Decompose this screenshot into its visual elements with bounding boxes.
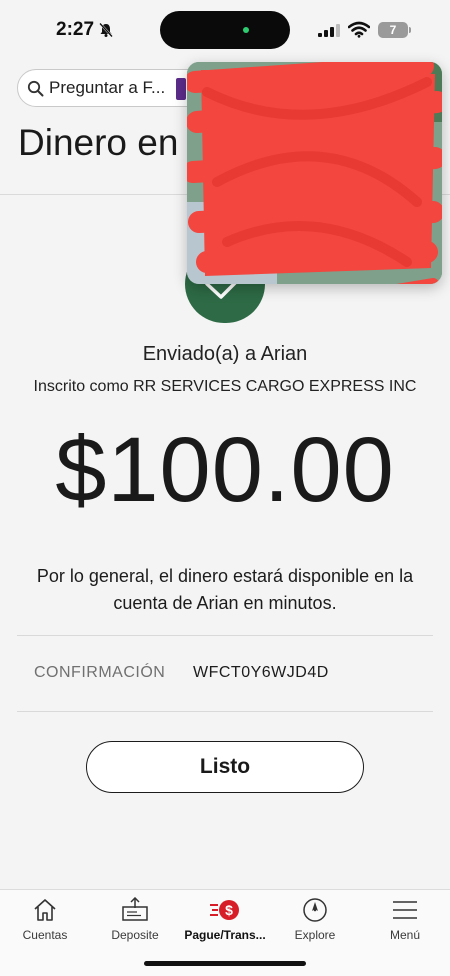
home-indicator[interactable] xyxy=(144,961,306,966)
search-icon xyxy=(27,80,44,96)
status-bar: 2:27 7 xyxy=(0,0,450,60)
svg-text:$: $ xyxy=(225,902,233,918)
transfer-amount: $100.00 xyxy=(55,419,395,521)
status-time: 2:27 xyxy=(56,19,95,40)
camera-indicator-dot xyxy=(243,27,249,33)
availability-note: Por lo general, el dinero estará disponi… xyxy=(36,566,414,613)
tab-label: Cuentas xyxy=(22,928,68,942)
page-title: Dinero en xyxy=(18,122,179,163)
dynamic-island xyxy=(160,11,290,49)
tab-cuentas[interactable]: Cuentas xyxy=(0,890,90,950)
divider xyxy=(17,635,433,636)
home-icon xyxy=(34,899,56,921)
recipient-enrolled-name: Inscrito como RR SERVICES CARGO EXPRESS … xyxy=(33,378,417,395)
tab-pague-transfiera[interactable]: $ Pague/Trans... xyxy=(180,890,270,950)
battery-icon: 7 xyxy=(378,22,408,38)
tab-label: Explore xyxy=(294,928,336,942)
search-text: Preguntar a F... xyxy=(49,78,166,97)
bell-muted-icon xyxy=(99,22,113,38)
redaction-scribble xyxy=(187,62,442,284)
tab-label: Deposite xyxy=(111,928,159,942)
wifi-icon xyxy=(348,21,370,38)
check-deposit-icon xyxy=(122,897,148,921)
battery-cap xyxy=(409,27,411,33)
confirmation-label: CONFIRMACIÓN xyxy=(34,664,166,681)
divider xyxy=(17,711,433,712)
done-button[interactable]: Listo xyxy=(86,741,364,793)
redacted-screenshot-thumbnail[interactable] xyxy=(187,62,442,284)
tab-deposite[interactable]: Deposite xyxy=(90,890,180,950)
tab-label: Pague/Trans... xyxy=(184,928,266,942)
assistant-badge-icon xyxy=(176,78,186,100)
cellular-signal-icon xyxy=(318,24,340,37)
pay-transfer-icon: $ xyxy=(210,900,239,920)
hamburger-menu-icon xyxy=(393,901,417,919)
recipient-heading: Enviado(a) a Arian xyxy=(142,343,308,365)
tab-explore[interactable]: Explore xyxy=(270,890,360,950)
tab-menu[interactable]: Menú xyxy=(360,890,450,950)
compass-icon xyxy=(303,898,327,922)
confirmation-number: WFCT0Y6WJD4D xyxy=(193,664,329,681)
tab-label: Menú xyxy=(389,928,421,942)
